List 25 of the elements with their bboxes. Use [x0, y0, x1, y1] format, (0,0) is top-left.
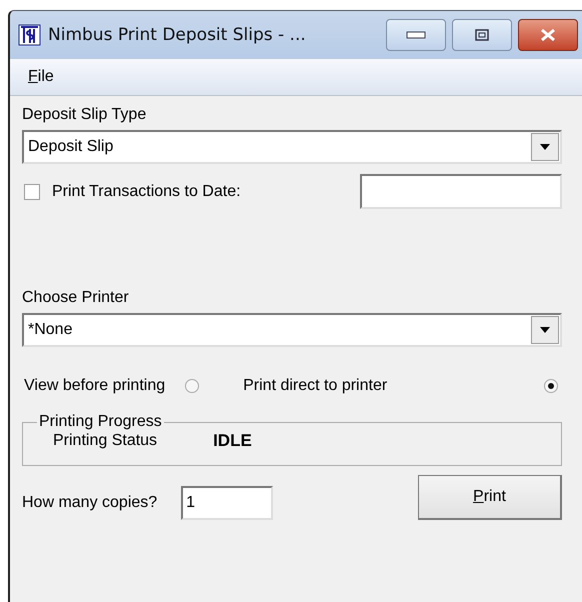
radio-label: Print direct to printer [243, 377, 388, 395]
radio-button[interactable] [544, 379, 558, 393]
status-label: Printing Status [53, 432, 158, 450]
field-label: Choose Printer [22, 289, 130, 307]
radio-button[interactable] [185, 379, 200, 393]
checkbox[interactable] [24, 184, 40, 200]
minimize-icon [406, 31, 426, 39]
date-input-field[interactable] [360, 174, 562, 209]
window-title: Nimbus Print Deposit Slips - ... [48, 25, 306, 45]
copies-input-field[interactable]: 1 [181, 486, 274, 520]
copies-label: How many copies? [22, 494, 158, 512]
menu-item[interactable]: File [28, 68, 54, 86]
minimize-button[interactable] [386, 19, 446, 51]
group-title: Printing Progress [38, 413, 163, 431]
dropdown[interactable]: *None [22, 313, 562, 347]
maximize-icon [475, 29, 489, 41]
close-button[interactable] [518, 19, 578, 51]
print-button[interactable]: Print [418, 474, 562, 520]
checkbox-label: Print Transactions to Date: [52, 182, 241, 200]
maximize-button[interactable] [452, 19, 512, 51]
radio-label: View before printing [24, 377, 166, 395]
status-value: IDLE [213, 431, 252, 451]
close-icon [540, 28, 556, 42]
field-label: Deposit Slip Type [22, 106, 148, 124]
dropdown[interactable]: Deposit Slip [22, 130, 562, 164]
